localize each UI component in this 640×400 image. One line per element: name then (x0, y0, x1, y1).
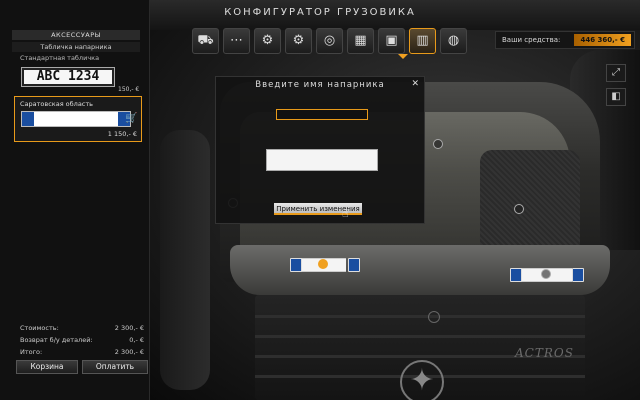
transmission-icon[interactable]: ⚙ (285, 28, 312, 54)
lights-icon[interactable]: ◍ (440, 28, 467, 54)
region-plate-option[interactable]: Саратовская область 🛒 1 150,- € (14, 96, 142, 142)
region-plate-price: 1 150,- € (107, 130, 137, 138)
partner-name-input[interactable] (276, 109, 368, 120)
pay-button[interactable]: Оплатить (82, 360, 148, 374)
standard-plate-label: Стандартная табличка (20, 54, 100, 62)
fullscreen-icon[interactable]: ⤢ (606, 64, 626, 82)
truck-cab-icon[interactable]: ⛟ (192, 28, 219, 54)
funds-display: Ваши средства: 446 360,- € (495, 31, 635, 49)
funds-label: Ваши средства: (502, 36, 561, 44)
panel-subheader: Табличка напарника (12, 42, 140, 52)
active-tab-indicator-icon (398, 54, 408, 59)
engine-icon[interactable]: ⚙ (254, 28, 281, 54)
region-plate-label: Саратовская область (20, 100, 93, 108)
summary-value: 0,- € (129, 336, 144, 344)
view-controls: ⤢ ◧ (606, 64, 626, 106)
category-toolbar: ⛟ ⋯ ⚙ ⚙ ◎ ▦ ▣ ▥ ◍ (192, 28, 467, 56)
plate-flag-icon (290, 258, 302, 272)
close-icon[interactable]: ✕ (411, 79, 419, 89)
dialog-title: Введите имя напарника (255, 80, 385, 90)
summary-label: Стоимость: (20, 324, 59, 332)
panel-header: АКСЕССУАРЫ (12, 30, 140, 40)
small-logo-icon (428, 311, 440, 323)
standard-plate-price: 150,- € (118, 86, 140, 93)
chassis-icon[interactable]: ⋯ (223, 28, 250, 54)
summary-value: 2 300,- € (114, 348, 144, 356)
left-mirror (160, 130, 210, 390)
summary-row: Возврат б/у деталей: 0,- € (20, 334, 144, 346)
paint-icon[interactable]: ▦ (347, 28, 374, 54)
left-panel: АКСЕССУАРЫ Табличка напарника Стандартна… (0, 0, 150, 400)
plate-flag-icon (510, 268, 522, 282)
accessory-slot[interactable] (514, 204, 524, 214)
accessory-slot[interactable] (433, 139, 443, 149)
summary-label: Итого: (20, 348, 43, 356)
summary-row: Итого: 2 300,- € (20, 346, 144, 358)
price-summary: Стоимость: 2 300,- € Возврат б/у деталей… (20, 322, 144, 358)
brand-badge: ACTROS (515, 346, 574, 360)
accessories-icon[interactable]: ▣ (378, 28, 405, 54)
apply-changes-button[interactable]: Применить изменения (274, 203, 362, 215)
summary-label: Возврат б/у деталей: (20, 336, 93, 344)
mercedes-star-icon: ✦ (400, 360, 444, 400)
wheels-icon[interactable]: ◎ (316, 28, 343, 54)
cart-icon: 🛒 (125, 113, 138, 124)
hand-cursor-icon: ☝ (342, 207, 349, 220)
accessory-slot-selected[interactable] (318, 259, 328, 269)
plate-text-preview (266, 149, 378, 171)
accessory-slot[interactable] (541, 269, 551, 279)
plate-flag-icon (572, 268, 584, 282)
partner-name-dialog: Введите имя напарника ✕ Применить измене… (215, 76, 425, 224)
interior-icon[interactable]: ▥ (409, 28, 436, 54)
summary-value: 2 300,- € (114, 324, 144, 332)
region-plate-preview (21, 111, 131, 127)
camera-view-icon[interactable]: ◧ (606, 88, 626, 106)
plate-flag-icon (348, 258, 360, 272)
region-flag-icon (22, 112, 34, 126)
standard-plate-option[interactable]: ABC 1234 (21, 67, 115, 87)
funds-value: 446 360,- € (574, 34, 631, 46)
summary-row: Стоимость: 2 300,- € (20, 322, 144, 334)
cart-button[interactable]: Корзина (16, 360, 78, 374)
